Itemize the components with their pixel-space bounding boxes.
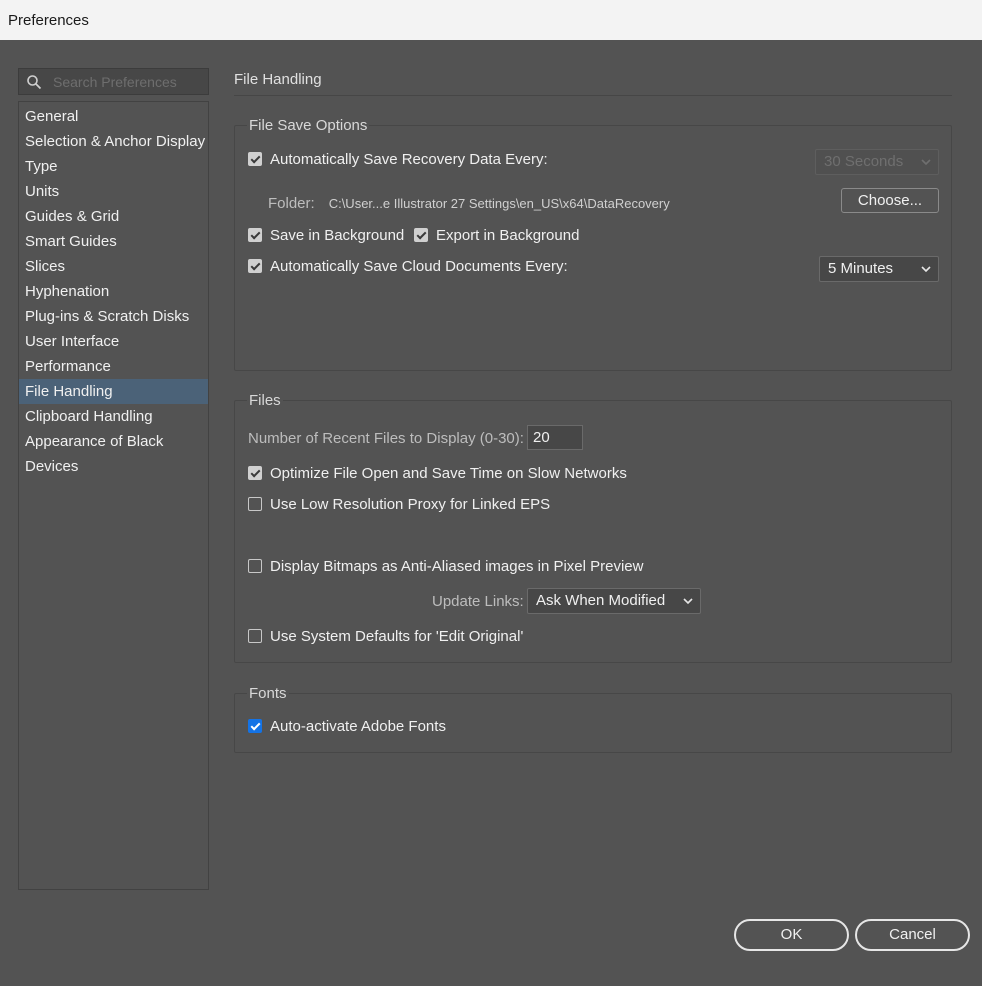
checkbox-box [248, 559, 262, 573]
search-input[interactable] [53, 72, 203, 91]
save-in-background-label: Save in Background [270, 226, 405, 244]
folder-path: C:\User...e Illustrator 27 Settings\en_U… [328, 195, 670, 211]
chevron-down-icon [921, 159, 931, 166]
save-in-background-checkbox[interactable]: Save in Background [248, 225, 404, 245]
auto-activate-fonts-label: Auto-activate Adobe Fonts [270, 717, 446, 735]
sidebar-item-type[interactable]: Type [19, 154, 208, 179]
sidebar-item-units[interactable]: Units [19, 179, 208, 204]
recent-files-input[interactable]: 20 [527, 425, 583, 450]
sidebar-item-hyphenation[interactable]: Hyphenation [19, 279, 208, 304]
checkmark-icon [248, 719, 262, 733]
recent-files-label: Number of Recent Files to Display (0-30)… [248, 429, 524, 447]
sidebar-item-user-interface[interactable]: User Interface [19, 329, 208, 354]
export-in-background-checkbox[interactable]: Export in Background [414, 225, 579, 245]
update-links-select[interactable]: Ask When Modified [527, 588, 701, 614]
auto-activate-fonts-checkbox[interactable]: Auto-activate Adobe Fonts [248, 716, 446, 736]
update-links-row: Update Links: [432, 591, 524, 611]
file-save-options-title: File Save Options [247, 117, 370, 134]
low-res-proxy-label: Use Low Resolution Proxy for Linked EPS [270, 495, 551, 513]
sidebar-item-general[interactable]: General [19, 104, 208, 129]
low-res-proxy-checkbox[interactable]: Use Low Resolution Proxy for Linked EPS [248, 494, 550, 514]
sidebar-item-appearance-of-black[interactable]: Appearance of Black [19, 429, 208, 454]
checkmark-icon [414, 228, 428, 242]
sidebar-item-guides-grid[interactable]: Guides & Grid [19, 204, 208, 229]
sidebar-nav: General Selection & Anchor Display Type … [18, 101, 209, 890]
checkbox-box [248, 629, 262, 643]
sidebar-item-file-handling[interactable]: File Handling [19, 379, 208, 404]
optimize-file-open-checkbox[interactable]: Optimize File Open and Save Time on Slow… [248, 463, 627, 483]
window-title-bar: Preferences [0, 0, 982, 40]
folder-label: Folder: [268, 194, 315, 212]
display-bitmaps-label: Display Bitmaps as Anti-Aliased images i… [270, 557, 644, 575]
folder-row: Folder: C:\User...e Illustrator 27 Setti… [268, 193, 670, 213]
sidebar-item-slices[interactable]: Slices [19, 254, 208, 279]
checkmark-icon [248, 259, 262, 273]
search-icon [27, 75, 42, 90]
files-title: Files [247, 392, 283, 409]
checkbox-box [248, 497, 262, 511]
fonts-title: Fonts [247, 685, 289, 702]
chevron-down-icon [683, 598, 693, 605]
page-title: File Handling [234, 71, 322, 88]
cloud-interval-value: 5 Minutes [828, 260, 894, 277]
sidebar-item-performance[interactable]: Performance [19, 354, 208, 379]
window-title: Preferences [8, 12, 89, 29]
sidebar-item-plugins-scratch-disks[interactable]: Plug-ins & Scratch Disks [19, 304, 208, 329]
choose-folder-button[interactable]: Choose... [841, 188, 939, 213]
checkmark-icon [248, 152, 262, 166]
recent-files-row: Number of Recent Files to Display (0-30)… [248, 428, 524, 448]
update-links-value: Ask When Modified [536, 592, 666, 609]
sidebar-item-clipboard-handling[interactable]: Clipboard Handling [19, 404, 208, 429]
export-in-background-label: Export in Background [436, 226, 580, 244]
checkmark-icon [248, 228, 262, 242]
system-defaults-label: Use System Defaults for 'Edit Original' [270, 627, 524, 645]
sidebar-item-selection-anchor-display[interactable]: Selection & Anchor Display [19, 129, 208, 154]
cloud-interval-select[interactable]: 5 Minutes [819, 256, 939, 282]
optimize-file-open-label: Optimize File Open and Save Time on Slow… [270, 464, 627, 482]
title-divider [234, 95, 952, 96]
display-bitmaps-checkbox[interactable]: Display Bitmaps as Anti-Aliased images i… [248, 556, 643, 576]
cancel-button[interactable]: Cancel [855, 919, 970, 951]
recovery-interval-value: 30 Seconds [824, 153, 904, 170]
checkmark-icon [248, 466, 262, 480]
ok-button[interactable]: OK [734, 919, 849, 951]
search-box[interactable] [18, 68, 209, 95]
auto-save-recovery-label: Automatically Save Recovery Data Every: [270, 150, 548, 168]
recovery-interval-select[interactable]: 30 Seconds [815, 149, 939, 175]
auto-save-cloud-checkbox[interactable]: Automatically Save Cloud Documents Every… [248, 256, 568, 276]
auto-save-recovery-checkbox[interactable]: Automatically Save Recovery Data Every: [248, 149, 548, 169]
system-defaults-checkbox[interactable]: Use System Defaults for 'Edit Original' [248, 626, 523, 646]
sidebar-item-devices[interactable]: Devices [19, 454, 208, 479]
chevron-down-icon [921, 266, 931, 273]
sidebar-item-smart-guides[interactable]: Smart Guides [19, 229, 208, 254]
update-links-label: Update Links: [432, 592, 524, 610]
auto-save-cloud-label: Automatically Save Cloud Documents Every… [270, 257, 568, 275]
